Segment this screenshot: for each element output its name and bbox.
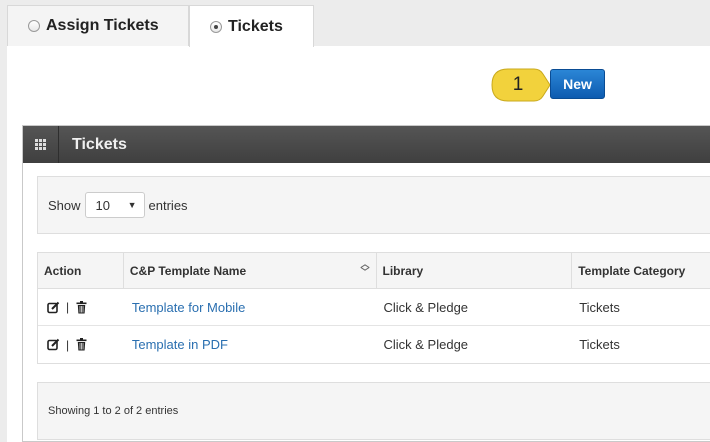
caret-down-icon: ▼ [127,200,137,210]
edit-icon[interactable] [47,301,60,314]
column-header-library[interactable]: Library [377,253,573,288]
widget-title: Tickets [72,135,127,153]
tickets-widget: Tickets Show 10 ▼ entries Action C&P Tem… [22,125,710,442]
entries-select-value: 10 [95,197,110,213]
edit-icon[interactable] [47,338,60,351]
tab-label: Assign Tickets [46,17,159,34]
column-header-action: Action [38,253,124,288]
tab-bar: Assign Tickets Tickets [0,0,710,47]
library-cell: Click & Pledge [383,337,469,352]
action-separator: | [66,300,70,314]
table-header: Action C&P Template Name ︿ ﹀ Library Temp… [38,253,710,289]
templates-table: Action C&P Template Name ︿ ﹀ Library Temp… [37,252,710,364]
trash-icon[interactable] [75,300,88,314]
template-name-cell: Template for Mobile [124,289,377,325]
library-cell: Click & Pledge [383,299,469,315]
trash-icon[interactable] [75,338,88,351]
template-name-link[interactable]: Template for Mobile [132,300,245,315]
category-cell: Tickets [579,337,620,352]
tab-label: Tickets [228,17,283,35]
tab-assign-tickets[interactable]: Assign Tickets [7,5,189,46]
table-row: | Template in PDF Click & Pledge Tickets [38,326,710,363]
radio-unselected-icon[interactable] [28,20,40,32]
radio-selected-icon[interactable] [210,20,222,33]
show-label: Show [48,197,81,213]
grid-icon [23,126,59,163]
new-button[interactable]: New [550,69,605,99]
widget-header: Tickets [23,126,710,163]
entries-select[interactable]: 10 ▼ [84,192,145,218]
template-name-cell: Template in PDF [124,326,377,363]
tab-tickets[interactable]: Tickets [189,5,314,47]
column-header-template-category[interactable]: Template Category [572,253,710,288]
entries-length-control: Show 10 ▼ entries [37,176,710,234]
row-actions: | [38,289,124,325]
table-info: Showing 1 to 2 of 2 entries [37,382,710,440]
sort-icon[interactable]: ︿ ﹀ [360,260,369,277]
action-separator: | [66,337,70,352]
row-actions: | [38,326,124,363]
column-header-template-name[interactable]: C&P Template Name ︿ ﹀ [124,253,377,288]
template-name-link[interactable]: Template in PDF [132,337,228,352]
table-row: | Template for Mobile Click & Pledge Tic… [38,289,710,326]
category-cell: Tickets [579,299,620,315]
entries-label: entries [148,197,188,213]
table-info-text: Showing 1 to 2 of 2 entries [48,405,179,417]
callout-number: 1 [512,74,524,95]
